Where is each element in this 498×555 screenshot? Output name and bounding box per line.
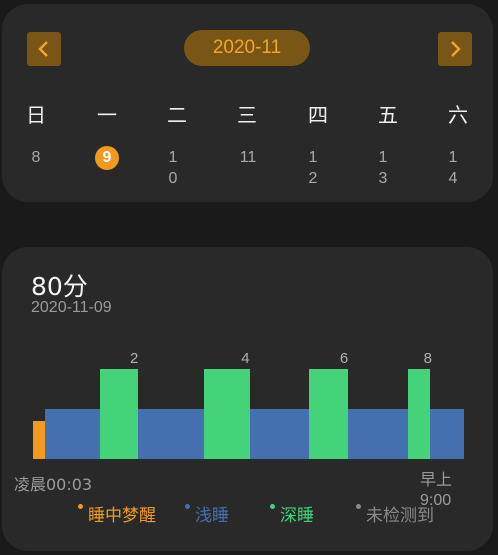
- calendar-card: 2020-11 日 一 二 三 四 五 六 8 9 10 11 12 13 14: [2, 4, 493, 202]
- month-selector[interactable]: 2020-11: [184, 30, 310, 66]
- day-cell-selected[interactable]: 9: [95, 146, 119, 170]
- legend-dot: [270, 504, 275, 509]
- legend-dot: [356, 504, 361, 509]
- weekday-sat: 六: [448, 103, 468, 127]
- deep-sleep-label: 2: [130, 350, 138, 367]
- light-sleep-segment: [430, 409, 464, 459]
- day-cell[interactable]: 12: [307, 147, 319, 189]
- legend-light-sleep: 浅睡: [185, 501, 229, 526]
- deep-sleep-segment: [408, 369, 430, 459]
- weekday-tue: 二: [167, 103, 187, 127]
- legend-deep-sleep: 深睡: [270, 501, 314, 526]
- weekday-thu: 四: [308, 103, 328, 127]
- deep-sleep-segment: [309, 369, 348, 459]
- weekday-wed: 三: [237, 103, 257, 127]
- next-month-button[interactable]: [438, 32, 472, 66]
- light-sleep-segment: [138, 409, 204, 459]
- weekday-fri: 五: [378, 103, 398, 127]
- legend-label: 未检测到: [366, 506, 434, 526]
- deep-sleep-segment: [204, 369, 250, 459]
- day-cell[interactable]: 14: [447, 147, 459, 189]
- deep-sleep-segment: [100, 369, 138, 459]
- awake-segment: [33, 421, 45, 459]
- chart-start-time: 凌晨00:03: [14, 475, 93, 494]
- day-cell[interactable]: 13: [377, 147, 389, 189]
- legend-label: 深睡: [280, 506, 314, 526]
- light-sleep-segment: [250, 409, 309, 459]
- chevron-left-icon: [38, 41, 48, 57]
- legend-dot: [185, 504, 190, 509]
- light-sleep-segment: [45, 409, 100, 459]
- legend-label: 睡中梦醒: [88, 506, 156, 526]
- legend-label: 浅睡: [195, 506, 229, 526]
- legend-not-detected: 未检测到: [356, 501, 434, 526]
- weekday-sun: 日: [26, 103, 46, 127]
- legend-awake: 睡中梦醒: [78, 501, 156, 526]
- deep-sleep-label: 8: [424, 350, 432, 367]
- prev-month-button[interactable]: [27, 32, 61, 66]
- day-cell[interactable]: 8: [16, 147, 56, 168]
- light-sleep-segment: [348, 409, 408, 459]
- day-cell[interactable]: 11: [228, 147, 268, 168]
- day-cell[interactable]: 10: [167, 147, 179, 189]
- weekday-mon: 一: [97, 103, 117, 127]
- legend-dot: [78, 504, 83, 509]
- chevron-right-icon: [451, 41, 461, 57]
- deep-sleep-label: 6: [340, 350, 348, 367]
- sleep-report-card: 80分 2020-11-09 2468 凌晨00:03 早上9:00 睡中梦醒 …: [2, 247, 493, 551]
- deep-sleep-label: 4: [241, 350, 249, 367]
